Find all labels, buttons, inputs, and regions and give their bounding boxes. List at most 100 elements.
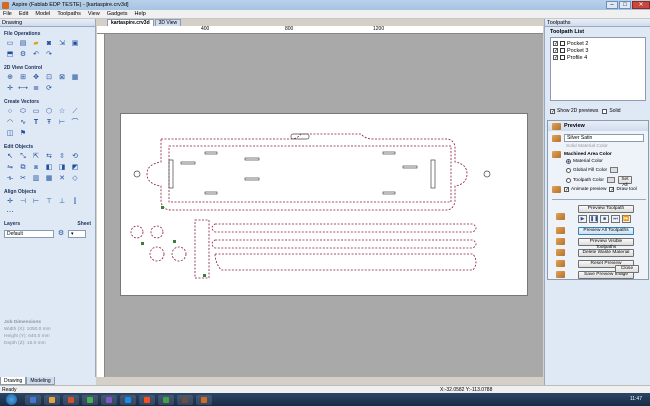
preview-visible-button[interactable]: Preview Visible Toolpaths [578, 238, 634, 250]
curve-icon[interactable]: ∿ [18, 118, 28, 127]
scale-icon[interactable]: ⇳ [57, 152, 67, 161]
nest-icon[interactable]: ▦ [44, 174, 54, 183]
taskbar-app-icon[interactable] [177, 394, 193, 405]
layer-settings-icon[interactable]: ⚙ [56, 229, 66, 238]
select-icon[interactable]: ↖ [5, 152, 15, 161]
taskbar-app-icon[interactable] [25, 394, 41, 405]
array-icon[interactable]: ▥ [31, 174, 41, 183]
toolpath-item[interactable]: ✓ Pocket 2 [553, 40, 643, 47]
taskbar-app-icon[interactable] [158, 394, 174, 405]
import-image-icon[interactable]: ▣ [70, 39, 80, 48]
align-left-icon[interactable]: ⊣ [18, 197, 28, 206]
close-preview-button[interactable]: Close [615, 265, 639, 273]
tab-drawing[interactable]: Drawing [0, 377, 27, 385]
menu-help[interactable]: Help [135, 11, 146, 17]
taskbar-app-icon[interactable] [44, 394, 60, 405]
star-icon[interactable]: ☆ [57, 107, 67, 116]
measure-icon[interactable]: ⟷ [18, 84, 28, 93]
group-icon[interactable]: ⧉ [18, 163, 28, 172]
text-on-curve-icon[interactable]: Ŧ [44, 118, 54, 127]
undo-icon[interactable]: ↶ [31, 50, 41, 59]
align-hcenter-icon[interactable]: ⫿ [70, 197, 80, 206]
menu-toolpaths[interactable]: Toolpaths [57, 11, 81, 17]
global-fill-swatch[interactable] [610, 167, 619, 173]
rotate-icon[interactable]: ⟲ [70, 152, 80, 161]
trim-icon[interactable]: ✂ [18, 174, 28, 183]
taskbar-app-icon[interactable] [82, 394, 98, 405]
text-icon[interactable]: T [31, 118, 41, 127]
toolpath-checkbox[interactable]: ✓ [553, 41, 558, 47]
intersect-icon[interactable]: ◩ [70, 163, 80, 172]
mirror-icon[interactable]: ⇋ [5, 163, 15, 172]
weld-icon[interactable]: ◧ [44, 163, 54, 172]
taskbar-app-icon[interactable] [101, 394, 117, 405]
new-file-icon[interactable]: ▭ [5, 39, 15, 48]
material-select[interactable]: Silver Satin [564, 134, 644, 142]
set-all-button[interactable]: Set All [617, 176, 632, 188]
menu-model[interactable]: Model [35, 11, 50, 17]
taskbar-app-icon[interactable] [196, 394, 212, 405]
start-button-icon[interactable] [6, 394, 17, 405]
trace-bitmap-icon[interactable]: ⚑ [18, 129, 28, 138]
animate-preview-checkbox[interactable]: ✓ [564, 187, 569, 193]
global-fill-color-radio[interactable] [566, 167, 571, 173]
fillet-icon[interactable]: ⌒ [70, 118, 80, 127]
align-vcenter-icon[interactable]: ⋯ [5, 208, 15, 217]
offset-icon[interactable]: ◫ [5, 129, 15, 138]
taskbar-app-icon[interactable] [139, 394, 155, 405]
preview-toolpath-button[interactable]: Preview Toolpath [578, 205, 634, 213]
material-color-radio[interactable] [566, 159, 571, 164]
move-icon[interactable]: ⇆ [44, 152, 54, 161]
draw-tool-checkbox[interactable]: ✓ [609, 187, 615, 193]
zoom-selection-icon[interactable]: ⊠ [57, 73, 67, 82]
ellipse-icon[interactable]: ⬭ [18, 107, 28, 116]
delete-icon[interactable]: ✕ [57, 174, 67, 183]
toolpath-checkbox[interactable]: ✓ [553, 55, 558, 61]
circle-icon[interactable]: ○ [5, 107, 15, 116]
maximize-button[interactable]: □ [619, 1, 631, 9]
delete-waste-button[interactable]: Delete Waste Material [578, 249, 634, 257]
taskbar-app-icon[interactable] [63, 394, 79, 405]
fast-forward-icon[interactable]: ⏭ [611, 215, 620, 223]
menu-edit[interactable]: Edit [19, 11, 28, 17]
tab-3d-view[interactable]: 3D View [154, 19, 182, 26]
minimize-button[interactable]: – [606, 1, 618, 9]
arc-icon[interactable]: ◠ [5, 118, 15, 127]
zoom-box-icon[interactable]: ⊞ [18, 73, 28, 82]
job-setup-icon[interactable]: ⚙ [18, 50, 28, 59]
subtract-icon[interactable]: ◨ [57, 163, 67, 172]
open-file-icon[interactable]: ▤ [18, 39, 28, 48]
stop-icon[interactable]: ■ [600, 215, 609, 223]
menu-file[interactable]: File [3, 11, 12, 17]
sheet-select[interactable]: ▾ [68, 229, 86, 238]
zoom-in-icon[interactable]: ⊕ [5, 73, 15, 82]
node-edit-icon[interactable]: ⤡ [18, 152, 28, 161]
align-top-icon[interactable]: ⊤ [44, 197, 54, 206]
toolpath-color-swatch[interactable] [606, 177, 615, 183]
dimension-icon[interactable]: ⊢ [57, 118, 67, 127]
toolpath-checkbox[interactable]: ✓ [553, 48, 558, 54]
menu-view[interactable]: View [88, 11, 100, 17]
polygon-icon[interactable]: ⬡ [44, 107, 54, 116]
toolpath-item[interactable]: ✓ Pocket 3 [553, 47, 643, 54]
grid-icon[interactable]: ▦ [70, 73, 80, 82]
align-center-icon[interactable]: ✛ [5, 197, 15, 206]
pan-icon[interactable]: ✥ [31, 73, 41, 82]
refresh-view-icon[interactable]: ⟳ [44, 84, 54, 93]
redo-icon[interactable]: ↷ [44, 50, 54, 59]
tab-modeling[interactable]: Modeling [26, 377, 55, 385]
toolpath-color-radio[interactable] [566, 177, 571, 183]
toolpath-item[interactable]: ✓ Profile 4 [553, 54, 643, 61]
menu-gadgets[interactable]: Gadgets [107, 11, 128, 17]
zoom-fit-icon[interactable]: ⊡ [44, 73, 54, 82]
layer-select[interactable]: Default [4, 229, 54, 238]
rectangle-icon[interactable]: ▭ [31, 107, 41, 116]
join-icon[interactable]: ⟛ [5, 174, 15, 183]
solid-checkbox[interactable] [602, 108, 608, 114]
drawing-sheet[interactable] [120, 113, 528, 296]
close-button[interactable]: ✕ [632, 1, 650, 9]
tab-document[interactable]: kartaspire.crv3d [107, 19, 154, 26]
show-2d-previews-checkbox[interactable]: ✓ [550, 108, 555, 114]
skip-end-icon[interactable]: ⏩ [622, 215, 631, 223]
distort-icon[interactable]: ◇ [70, 174, 80, 183]
